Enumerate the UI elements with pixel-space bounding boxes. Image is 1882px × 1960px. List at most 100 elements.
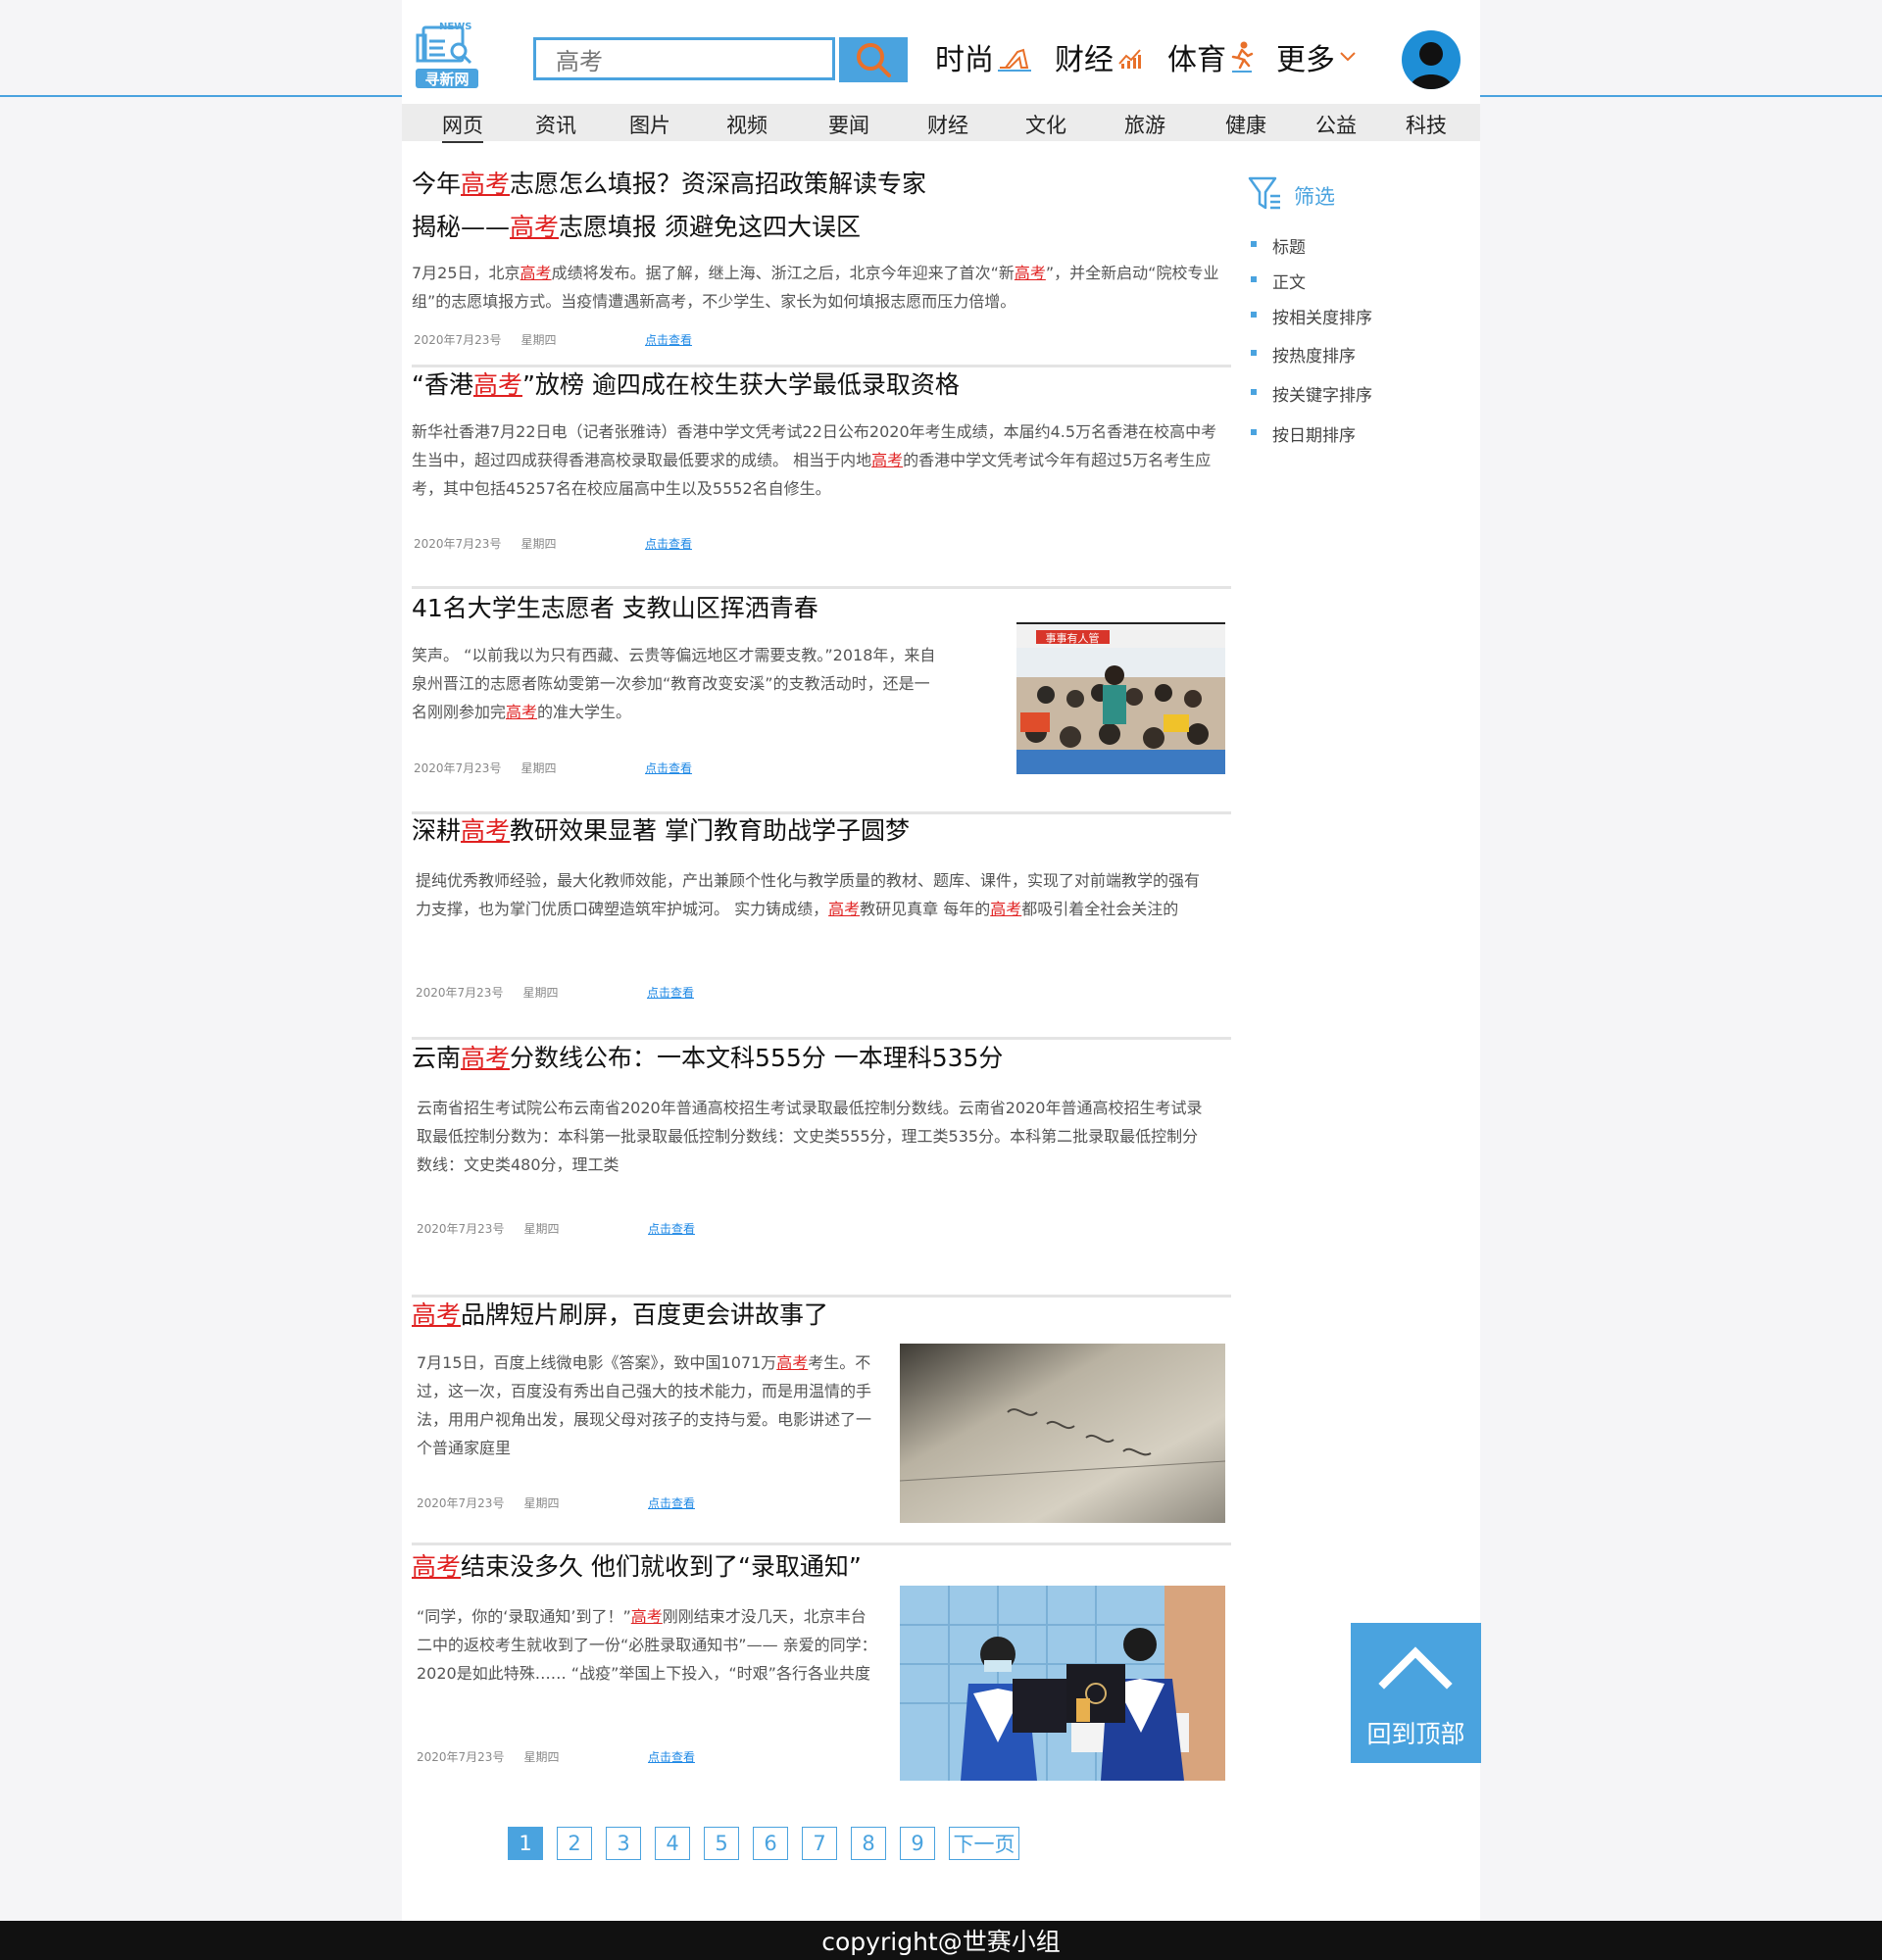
article-weekday: 星期四 bbox=[520, 761, 557, 775]
nav-sports[interactable]: 体育 bbox=[1167, 35, 1254, 78]
trend-chart-icon bbox=[1117, 44, 1143, 70]
nav-more[interactable]: 更多 bbox=[1276, 35, 1357, 78]
article-thumbnail-notebook[interactable] bbox=[900, 1344, 1225, 1523]
article-meta: 2020年7月23号 星期四 点击查看 bbox=[417, 1748, 695, 1765]
bullet-icon bbox=[1251, 429, 1257, 435]
page-button[interactable]: 6 bbox=[753, 1827, 788, 1860]
article-date: 2020年7月23号 bbox=[414, 761, 502, 775]
chevron-down-icon bbox=[1339, 50, 1357, 64]
page-button[interactable]: 3 bbox=[606, 1827, 641, 1860]
search-icon bbox=[857, 43, 891, 77]
article-item: 高考结束没多久 他们就收到了“录取通知” bbox=[412, 1545, 1240, 1589]
article-weekday: 星期四 bbox=[523, 1496, 560, 1510]
read-more-link[interactable]: 点击查看 bbox=[647, 984, 706, 1001]
article-thumbnail-classroom[interactable]: 事事有人管 bbox=[1016, 622, 1225, 774]
read-more-link[interactable]: 点击查看 bbox=[648, 1494, 707, 1511]
article-title[interactable]: 高考结束没多久 他们就收到了“录取通知” bbox=[412, 1545, 1240, 1589]
article-weekday: 星期四 bbox=[523, 1750, 560, 1764]
filter-option[interactable]: 按关键字排序 bbox=[1251, 381, 1372, 406]
nav-fashion[interactable]: 时尚 bbox=[935, 35, 1031, 78]
read-more-link[interactable]: 点击查看 bbox=[648, 1220, 707, 1237]
article-thumbnail-students[interactable] bbox=[900, 1586, 1225, 1781]
article-meta: 2020年7月23号 星期四 点击查看 bbox=[414, 760, 692, 776]
category-tab[interactable]: 视频 bbox=[726, 110, 768, 139]
page-container: NEWS 寻新网 时尚 财经 体育 更多 bbox=[402, 0, 1480, 1921]
bullet-icon bbox=[1251, 389, 1257, 395]
article-date: 2020年7月23号 bbox=[414, 333, 502, 347]
article-title[interactable]: 今年高考志愿怎么填报？资深高招政策解读专家 bbox=[412, 163, 1240, 206]
filter-option[interactable]: 正文 bbox=[1251, 269, 1306, 293]
category-tab[interactable]: 资讯 bbox=[535, 110, 576, 139]
article-date: 2020年7月23号 bbox=[417, 1496, 505, 1510]
category-tab[interactable]: 健康 bbox=[1225, 110, 1266, 139]
copyright-text: copyright@世赛小组 bbox=[821, 1928, 1061, 1956]
page-button[interactable]: 7 bbox=[802, 1827, 837, 1860]
category-tab[interactable]: 文化 bbox=[1025, 110, 1066, 139]
category-tab[interactable]: 图片 bbox=[629, 110, 670, 139]
article-date: 2020年7月23号 bbox=[417, 1750, 505, 1764]
article-desc: 新华社香港7月22日电（记者张雅诗）香港中学文凭考试22日公布2020年考生成绩… bbox=[412, 422, 1217, 498]
read-more-link[interactable]: 点击查看 bbox=[645, 331, 704, 348]
footer: copyright@世赛小组 bbox=[0, 1921, 1882, 1960]
read-more-link[interactable]: 点击查看 bbox=[648, 1748, 707, 1765]
filter-title: 筛选 bbox=[1294, 185, 1335, 209]
read-more-link[interactable]: 点击查看 bbox=[645, 760, 704, 776]
page-button[interactable]: 5 bbox=[704, 1827, 739, 1860]
article-meta: 2020年7月23号 星期四 点击查看 bbox=[414, 535, 692, 552]
bullet-icon bbox=[1251, 350, 1257, 356]
page-button[interactable]: 2 bbox=[557, 1827, 592, 1860]
filter-option[interactable]: 按日期排序 bbox=[1251, 421, 1356, 446]
article-weekday: 星期四 bbox=[520, 537, 557, 551]
high-heel-icon bbox=[998, 42, 1031, 72]
category-tab[interactable]: 要闻 bbox=[828, 110, 869, 139]
filter-option[interactable]: 按热度排序 bbox=[1251, 342, 1356, 367]
svg-text:NEWS: NEWS bbox=[439, 22, 471, 32]
article-weekday: 星期四 bbox=[522, 986, 559, 1000]
search-input[interactable] bbox=[536, 40, 830, 77]
page-button[interactable]: 9 bbox=[900, 1827, 935, 1860]
category-tab[interactable]: 公益 bbox=[1315, 110, 1357, 139]
article-weekday: 星期四 bbox=[520, 333, 557, 347]
search-button[interactable] bbox=[839, 37, 908, 82]
article-desc: “同学，你的‘录取通知’到了！”高考刚刚结束才没几天，北京丰台二中的返校考生就收… bbox=[417, 1607, 877, 1683]
article-meta: 2020年7月23号 星期四 点击查看 bbox=[414, 331, 692, 348]
filter-option[interactable]: 标题 bbox=[1251, 233, 1306, 258]
bullet-icon bbox=[1251, 276, 1257, 282]
nav-fashion-label: 时尚 bbox=[935, 43, 994, 77]
back-to-top-button[interactable]: 回到顶部 bbox=[1351, 1623, 1481, 1763]
category-tab[interactable]: 科技 bbox=[1406, 110, 1447, 139]
article-desc: 提纯优秀教师经验，最大化教师效能，产出兼顾个性化与教学质量的教材、题库、课件，实… bbox=[416, 871, 1201, 918]
article-title[interactable]: “香港高考”放榜 逾四成在校生获大学最低录取资格 bbox=[412, 364, 1240, 407]
article-desc: 7月25日，北京高考成绩将发布。据了解，继上海、浙江之后，北京今年迎来了首次“新… bbox=[412, 264, 1219, 311]
category-tab[interactable]: 旅游 bbox=[1124, 110, 1165, 139]
nav-finance[interactable]: 财经 bbox=[1055, 35, 1143, 78]
article-title[interactable]: 揭秘——高考志愿填报 须避免这四大误区 bbox=[412, 206, 1240, 249]
article-item: 云南高考分数线公布：一本文科555分 一本理科535分 bbox=[412, 1037, 1240, 1080]
article-meta: 2020年7月23号 星期四 点击查看 bbox=[416, 984, 694, 1001]
article-desc: 云南省招生考试院公布云南省2020年普通高校招生考试录取最低控制分数线。云南省2… bbox=[417, 1099, 1203, 1174]
page-button[interactable]: 1 bbox=[508, 1827, 543, 1860]
page-button[interactable]: 4 bbox=[655, 1827, 690, 1860]
article-meta: 2020年7月23号 星期四 点击查看 bbox=[417, 1220, 695, 1237]
next-page-button[interactable]: 下一页 bbox=[949, 1827, 1019, 1860]
article-title[interactable]: 云南高考分数线公布：一本文科555分 一本理科535分 bbox=[412, 1037, 1240, 1080]
search-box bbox=[533, 37, 835, 80]
bullet-icon bbox=[1251, 241, 1257, 247]
category-tab[interactable]: 财经 bbox=[927, 110, 968, 139]
article-title[interactable]: 深耕高考教研效果显著 掌门教育助战学子圆梦 bbox=[412, 809, 1240, 853]
article-date: 2020年7月23号 bbox=[417, 1222, 505, 1236]
page-button[interactable]: 8 bbox=[851, 1827, 886, 1860]
site-logo[interactable]: NEWS 寻新网 bbox=[416, 22, 482, 90]
category-tab[interactable]: 网页 bbox=[442, 110, 483, 143]
filter-option[interactable]: 按相关度排序 bbox=[1251, 304, 1372, 328]
article-item: 今年高考志愿怎么填报？资深高招政策解读专家 揭秘——高考志愿填报 须避免这四大误… bbox=[412, 163, 1240, 249]
filter-panel[interactable]: 筛选 bbox=[1247, 174, 1335, 216]
article-item: 高考品牌短片刷屏，百度更会讲故事了 bbox=[412, 1294, 1240, 1337]
article-item: “香港高考”放榜 逾四成在校生获大学最低录取资格 bbox=[412, 364, 1240, 407]
nav-sports-label: 体育 bbox=[1167, 43, 1226, 77]
read-more-link[interactable]: 点击查看 bbox=[645, 535, 704, 552]
svg-text:事事有人管: 事事有人管 bbox=[1046, 631, 1100, 645]
article-date: 2020年7月23号 bbox=[414, 537, 502, 551]
article-title[interactable]: 高考品牌短片刷屏，百度更会讲故事了 bbox=[412, 1294, 1240, 1337]
user-avatar-icon[interactable] bbox=[1402, 30, 1461, 89]
